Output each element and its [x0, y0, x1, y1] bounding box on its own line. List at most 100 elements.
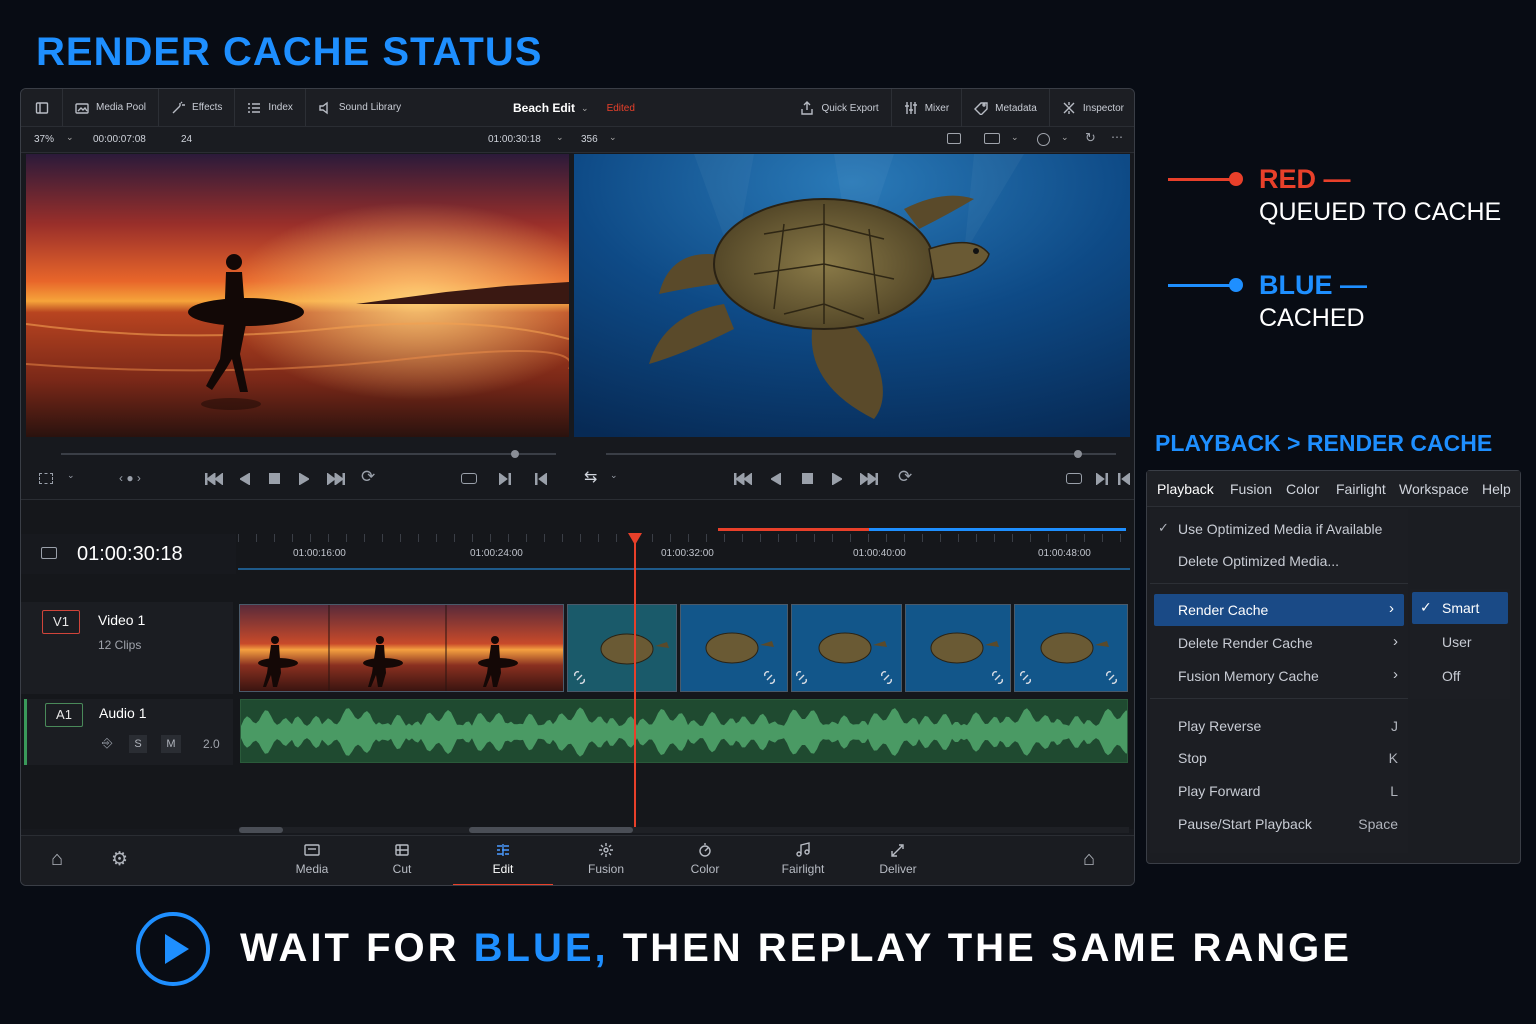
clip-view-icon[interactable] [39, 473, 53, 484]
track-id-badge[interactable]: A1 [45, 703, 83, 727]
loop-icon[interactable]: ⟳ [898, 467, 912, 487]
page-cut[interactable]: Cut [362, 836, 442, 885]
page-fairlight[interactable]: Fairlight [763, 836, 843, 885]
menu-item-play-forward[interactable]: Play Forward L [1150, 776, 1410, 806]
media-pool-button[interactable]: Media Pool [63, 89, 160, 126]
zoom-dropdown[interactable]: 37% [34, 134, 54, 145]
lock-icon[interactable]: ⎆ [102, 735, 112, 751]
menubar-workspace[interactable]: Workspace [1399, 481, 1469, 497]
timeline-scrollbar[interactable] [239, 827, 1129, 833]
source-viewer[interactable] [26, 154, 569, 437]
solo-button[interactable]: S [129, 735, 147, 753]
audio-monitor-icon[interactable] [1037, 133, 1050, 146]
mark-in-icon[interactable] [499, 473, 511, 485]
page-color[interactable]: Color [665, 836, 745, 885]
menu-item-fusion-memory-cache[interactable]: Fusion Memory Cache › [1150, 661, 1410, 691]
audio-clip[interactable] [240, 699, 1128, 763]
legend-blue-dot [1229, 278, 1243, 292]
mixer-button[interactable]: Mixer [892, 89, 963, 127]
gear-icon[interactable]: ⚙ [111, 848, 128, 871]
track-id-badge[interactable]: V1 [42, 610, 80, 634]
shortcut-label: K [1388, 750, 1398, 766]
menubar-fairlight[interactable]: Fairlight [1336, 481, 1386, 497]
render-cache-bar [718, 528, 1126, 531]
home-icon[interactable]: ⌂ [51, 848, 63, 871]
cut-icon [395, 844, 409, 856]
menu-item-delete-render-cache[interactable]: Delete Render Cache › [1150, 628, 1410, 658]
inspector-button[interactable]: Inspector [1050, 89, 1134, 127]
submenu-item-smart[interactable]: ✓ Smart [1412, 592, 1508, 624]
timeline-view-icon[interactable] [41, 547, 57, 559]
frame-dropdown[interactable]: 356 [581, 134, 598, 145]
timeline-ruler[interactable]: 01:00:16:00 01:00:24:00 01:00:32:00 01:0… [238, 534, 1130, 570]
timeline-playhead-handle[interactable] [1074, 450, 1082, 458]
scrollbar-thumb[interactable] [239, 827, 283, 833]
match-frame-icon[interactable] [1066, 473, 1082, 484]
menu-item-delete-optimized[interactable]: Delete Optimized Media... [1150, 546, 1410, 576]
menu-item-play-reverse[interactable]: Play Reverse J [1150, 711, 1410, 741]
playhead-handle[interactable] [628, 533, 642, 545]
timeline-playhead[interactable] [634, 537, 636, 827]
source-playhead-handle[interactable] [511, 450, 519, 458]
audio-track-header[interactable]: A1 Audio 1 ⎆ S M 2.0 [24, 699, 233, 765]
layout-toggle-button[interactable] [21, 89, 63, 126]
mark-out-icon[interactable] [535, 473, 547, 485]
menubar-help[interactable]: Help [1482, 481, 1511, 497]
skip-to-start-icon[interactable] [205, 473, 223, 485]
menubar-fusion[interactable]: Fusion [1230, 481, 1272, 497]
video-track-header[interactable]: V1 Video 1 12 Clips [21, 602, 233, 694]
sunset-clip[interactable] [239, 604, 564, 692]
output-icon[interactable] [984, 133, 1000, 144]
quick-export-button[interactable]: Quick Export [788, 89, 892, 127]
loop-icon[interactable]: ↻ [1085, 130, 1096, 146]
menu-item-pause-start[interactable]: Pause/Start Playback Space [1150, 809, 1410, 839]
menu-item-stop[interactable]: Stop K [1150, 743, 1410, 773]
current-timecode: 01:00:30:18 [77, 543, 183, 565]
play-reverse-icon[interactable] [240, 473, 250, 485]
menubar-color[interactable]: Color [1286, 481, 1319, 497]
source-scrubber[interactable] [61, 453, 556, 455]
menu-item-render-cache[interactable]: Render Cache › [1154, 594, 1404, 626]
play-icon[interactable] [832, 473, 842, 485]
effects-button[interactable]: Effects [159, 89, 236, 126]
index-button[interactable]: Index [235, 89, 306, 126]
timecode-dropdown[interactable]: 01:00:30:18 [488, 134, 541, 145]
skip-to-start-icon[interactable] [734, 473, 752, 485]
stop-icon[interactable] [802, 473, 813, 484]
stop-icon[interactable] [269, 473, 280, 484]
mute-button[interactable]: M [161, 735, 181, 753]
play-reverse-icon[interactable] [771, 473, 781, 485]
play-button-icon[interactable] [136, 912, 210, 986]
fusion-icon [599, 843, 613, 857]
match-frame-icon[interactable] [461, 473, 477, 484]
chevron-down-icon[interactable]: ⌄ [67, 470, 75, 481]
menu-item-optimized-media[interactable]: ✓ Use Optimized Media if Available [1150, 514, 1410, 544]
menubar-playback[interactable]: Playback [1157, 481, 1214, 497]
page-fusion[interactable]: Fusion [566, 836, 646, 885]
skip-to-end-icon[interactable] [860, 473, 878, 485]
transform-icon[interactable]: ⇆ [584, 467, 597, 487]
mark-out-icon[interactable] [1118, 473, 1130, 485]
loop-icon[interactable]: ⟳ [361, 467, 375, 487]
timeline-scrubber[interactable] [606, 453, 1116, 455]
timeline-viewer[interactable] [574, 154, 1130, 437]
safe-area-icon[interactable] [947, 133, 961, 144]
jog-control[interactable]: ‹ ● › [119, 471, 141, 485]
play-icon[interactable] [299, 473, 309, 485]
mark-in-icon[interactable] [1096, 473, 1108, 485]
page-media[interactable]: Media [272, 836, 352, 885]
page-deliver[interactable]: Deliver [858, 836, 938, 885]
submenu-item-user[interactable]: User [1412, 627, 1508, 657]
scrollbar-thumb[interactable] [469, 827, 633, 833]
media-pool-icon [75, 102, 89, 114]
sound-library-button[interactable]: Sound Library [306, 89, 413, 126]
chevron-down-icon[interactable]: ⌄ [610, 470, 618, 481]
footer-text: THEN REPLAY THE SAME RANGE [608, 926, 1352, 970]
project-name-dropdown[interactable]: Beach Edit ⌄ Edited [513, 89, 635, 127]
skip-to-end-icon[interactable] [327, 473, 345, 485]
page-edit[interactable]: Edit [453, 836, 553, 885]
metadata-button[interactable]: Metadata [962, 89, 1050, 127]
home-icon[interactable]: ⌂ [1083, 848, 1095, 871]
more-options-icon[interactable]: ⋯ [1111, 130, 1123, 144]
submenu-item-off[interactable]: Off [1412, 661, 1508, 691]
